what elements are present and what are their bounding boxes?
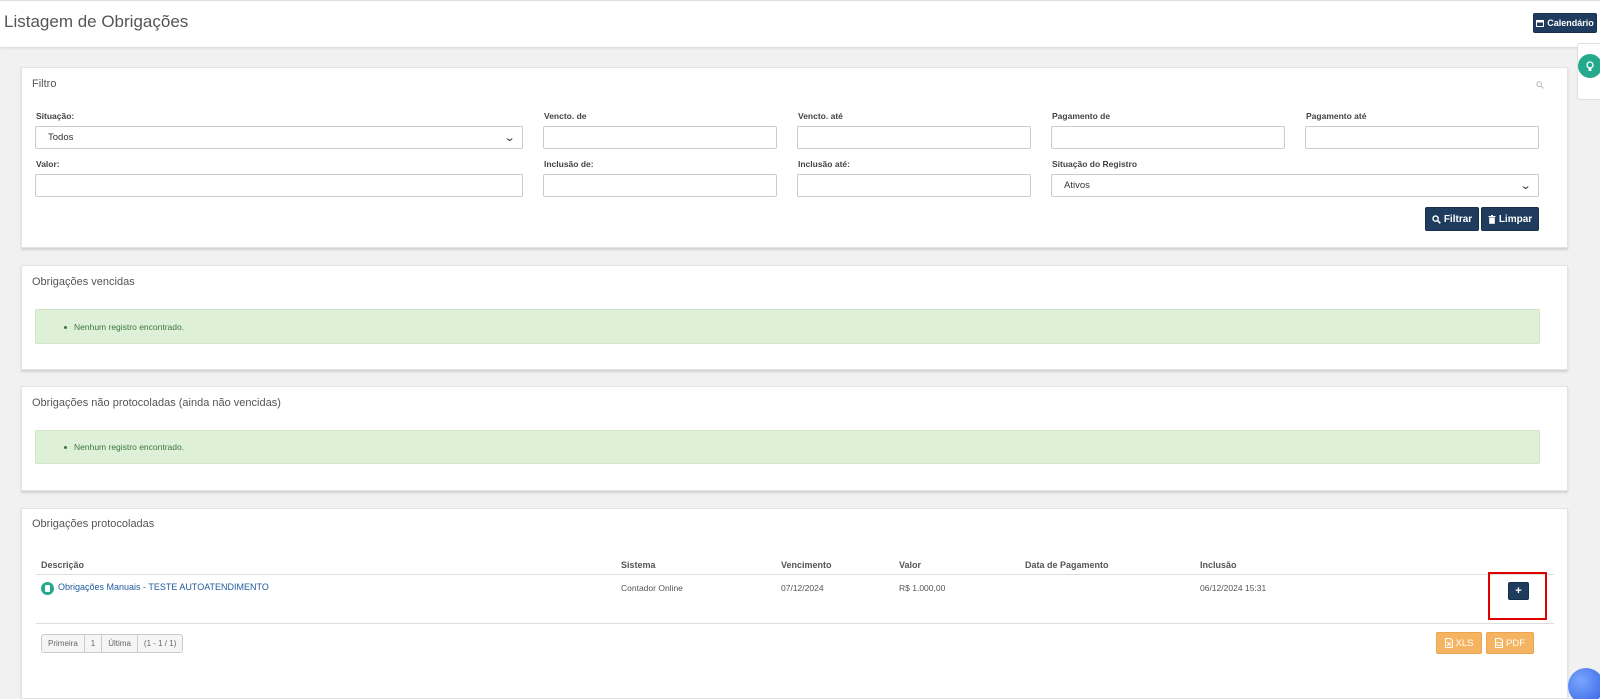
list-bullet	[64, 326, 67, 329]
inclusao-ate-label: Inclusão até:	[798, 159, 850, 169]
row-descricao-link[interactable]: Obrigações Manuais - TESTE AUTOATENDIMEN…	[58, 582, 269, 592]
inclusao-de-input[interactable]	[543, 174, 777, 197]
inclusao-ate-input[interactable]	[797, 174, 1031, 197]
export-xls-label: XLS	[1455, 637, 1474, 649]
chevron-down-icon: ⌄	[503, 132, 516, 144]
column-header-sistema[interactable]: Sistema	[621, 560, 656, 570]
protocoladas-title: Obrigações protocoladas	[32, 518, 155, 530]
vencto-de-label: Vencto. de	[544, 111, 587, 121]
page-title: Listagem de Obrigações	[4, 12, 189, 31]
pagination-page[interactable]: 1	[85, 635, 103, 652]
row-inclusao: 06/12/2024 15:31	[1200, 583, 1267, 593]
nao-protocoladas-empty-alert: Nenhum registro encontrado.	[35, 430, 1540, 464]
pagination-range: (1 - 1 / 1)	[143, 639, 177, 648]
chat-widget-icon[interactable]	[1568, 668, 1600, 699]
situacao-registro-label: Situação do Registro	[1052, 159, 1138, 169]
pagamento-de-input[interactable]	[1051, 126, 1285, 149]
column-header-valor[interactable]: Valor	[899, 560, 921, 570]
row-sistema: Contador Online	[621, 583, 683, 593]
situacao-select[interactable]: Todos ⌄	[35, 126, 523, 149]
table-header-divider	[36, 574, 1554, 575]
plus-icon: +	[1515, 585, 1522, 597]
calendar-icon	[1536, 20, 1545, 27]
file-pdf-icon	[1495, 638, 1503, 648]
pagination-first[interactable]: Primeira	[42, 635, 85, 652]
filter-title: Filtro	[32, 78, 57, 90]
clear-button[interactable]: Limpar	[1481, 207, 1539, 231]
search-icon	[1432, 214, 1441, 224]
clear-button-label: Limpar	[1498, 213, 1533, 225]
situacao-select-value: Todos	[48, 132, 74, 143]
nao-protocoladas-title: Obrigações não protocoladas (ainda não v…	[32, 397, 281, 409]
table-footer-divider	[36, 623, 1554, 624]
export-pdf-label: PDF	[1506, 637, 1525, 649]
vencto-ate-input[interactable]	[797, 126, 1031, 149]
row-vencimento: 07/12/2024	[781, 583, 824, 593]
pagamento-ate-label: Pagamento até	[1306, 111, 1367, 121]
pagamento-ate-input[interactable]	[1305, 126, 1539, 149]
trash-icon	[1488, 214, 1496, 224]
search-icon[interactable]	[1536, 81, 1544, 91]
situacao-label: Situação:	[36, 111, 75, 121]
filter-panel: Filtro Situação: Todos ⌄ Vencto. de Venc…	[21, 67, 1568, 248]
column-header-descricao[interactable]: Descrição	[41, 560, 84, 570]
vencidas-empty-message: Nenhum registro encontrado.	[74, 322, 185, 332]
calendar-button[interactable]: Calendário	[1533, 13, 1597, 33]
expand-row-button[interactable]: +	[1508, 582, 1529, 600]
nao-protocoladas-panel: Obrigações não protocoladas (ainda não v…	[21, 386, 1568, 491]
export-pdf-button[interactable]: PDF	[1486, 632, 1534, 654]
calendar-button-label: Calendário	[1547, 18, 1594, 28]
column-header-vencimento[interactable]: Vencimento	[781, 560, 832, 570]
situacao-registro-select[interactable]: Ativos ⌄	[1051, 174, 1539, 197]
valor-label: Valor:	[36, 159, 60, 169]
chevron-down-icon: ⌄	[1519, 180, 1532, 192]
pagination-last[interactable]: Última	[102, 635, 138, 652]
file-excel-icon	[1444, 638, 1453, 648]
situacao-registro-value: Ativos	[1064, 180, 1090, 191]
vencto-de-input[interactable]	[543, 126, 777, 149]
vencidas-panel: Obrigações vencidas Nenhum registro enco…	[21, 265, 1568, 370]
lightbulb-icon[interactable]	[1578, 54, 1600, 78]
column-header-data-pagamento[interactable]: Data de Pagamento	[1025, 560, 1109, 570]
top-bar: Listagem de Obrigações Calendário	[0, 0, 1600, 47]
row-valor: R$ 1.000,00	[899, 583, 946, 593]
valor-input[interactable]	[35, 174, 523, 197]
filter-button-label: Filtrar	[1443, 213, 1473, 225]
nao-protocoladas-empty-message: Nenhum registro encontrado.	[74, 442, 185, 452]
protocoladas-panel: Obrigações protocoladas Descrição Sistem…	[21, 508, 1568, 699]
vencto-ate-label: Vencto. até	[798, 111, 843, 121]
vencidas-title: Obrigações vencidas	[32, 276, 135, 288]
inclusao-de-label: Inclusão de:	[544, 159, 594, 169]
column-header-inclusao[interactable]: Inclusão	[1200, 560, 1237, 570]
filter-button[interactable]: Filtrar	[1425, 207, 1479, 231]
pagination: Primeira 1 Última (1 - 1 / 1)	[41, 634, 184, 653]
document-icon	[41, 582, 54, 595]
list-bullet	[64, 446, 67, 449]
export-xls-button[interactable]: XLS	[1436, 632, 1482, 654]
pagamento-de-label: Pagamento de	[1052, 111, 1111, 121]
vencidas-empty-alert: Nenhum registro encontrado.	[35, 309, 1540, 344]
